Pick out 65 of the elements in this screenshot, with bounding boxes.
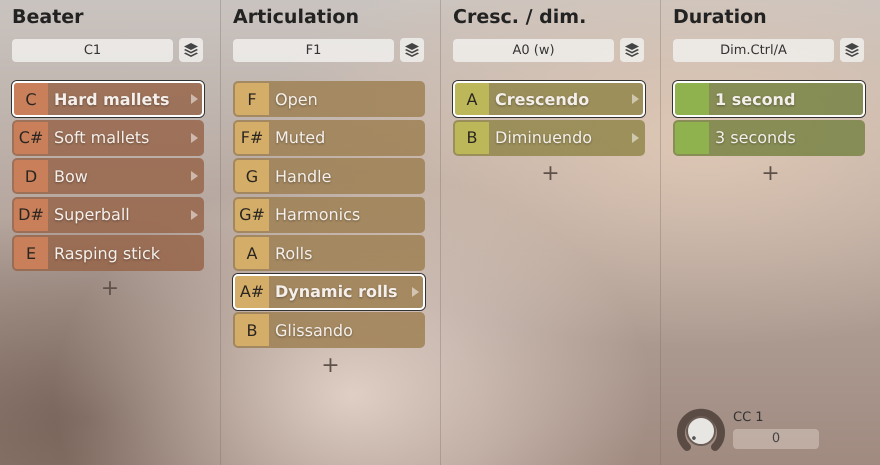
column-title: Beater [12, 6, 84, 30]
item-label: Hard mallets [53, 90, 171, 108]
key-label: D# [18, 205, 44, 224]
articulation-item[interactable]: D Bow [12, 158, 204, 194]
key-label: C# [18, 128, 44, 147]
item-label: Harmonics [274, 205, 362, 224]
add-button[interactable]: + [537, 162, 564, 186]
mapping-field[interactable]: C1 [12, 38, 173, 62]
add-button[interactable]: + [317, 354, 344, 378]
key-label: D [24, 166, 38, 186]
add-button[interactable]: + [757, 162, 784, 186]
item-label: Superball [53, 205, 131, 224]
key-label: A [466, 90, 478, 108]
layers-button[interactable] [400, 38, 424, 62]
column-title: Cresc. / dim. [453, 6, 586, 30]
key-label: E [26, 244, 36, 262]
layers-button[interactable] [620, 38, 644, 62]
layers-icon [404, 42, 420, 58]
key-label: B [466, 128, 478, 147]
item-label: Soft mallets [53, 128, 150, 147]
item-label: 1 second [714, 90, 796, 108]
articulation-item[interactable]: G Handle [233, 158, 425, 194]
articulation-item[interactable]: C# Soft mallets [12, 120, 204, 156]
mapping-field[interactable]: Dim.Ctrl/A [673, 38, 834, 62]
key-label: F# [240, 128, 264, 147]
layers-icon [844, 42, 860, 58]
item-label: Glissando [274, 320, 354, 340]
articulation-item[interactable]: A Rolls [233, 235, 425, 271]
key-label: A# [240, 282, 264, 301]
key-label: A [246, 244, 258, 262]
layers-icon [183, 42, 199, 58]
column-title: Articulation [233, 6, 359, 30]
articulation-item[interactable]: B Glissando [233, 312, 425, 348]
articulation-item[interactable]: D# Superball [12, 196, 204, 232]
key-label: F [247, 90, 257, 108]
key-label: B [246, 320, 258, 340]
key-label: C [25, 90, 37, 108]
articulation-item[interactable]: A Crescendo [453, 81, 645, 117]
articulation-item[interactable]: G# Harmonics [233, 196, 425, 232]
item-label: Diminuendo [494, 128, 594, 147]
mapping-field[interactable]: A0 (w) [453, 38, 614, 62]
controller-label: CC 1 [733, 410, 764, 424]
item-label: Handle [274, 166, 332, 186]
value-field[interactable]: 0 [733, 428, 819, 448]
articulation-item[interactable]: C Hard mallets [12, 81, 204, 117]
item-label: Bow [53, 166, 89, 186]
item-label: Open [274, 90, 319, 108]
item-label: Rasping stick [53, 244, 162, 262]
key-label: G [246, 166, 258, 186]
layers-button[interactable] [840, 38, 864, 62]
articulation-item[interactable]: A# Dynamic rolls [233, 274, 425, 310]
item-label: Rolls [274, 244, 314, 262]
item-label: Crescendo [494, 90, 590, 108]
articulation-item[interactable]: E Rasping stick [12, 235, 204, 271]
key-label: G# [239, 205, 265, 224]
layers-icon [624, 42, 640, 58]
articulation-item[interactable]: F# Muted [233, 120, 425, 156]
item-label: Muted [274, 128, 326, 147]
articulation-item[interactable]: F Open [233, 81, 425, 117]
layers-button[interactable] [179, 38, 203, 62]
column-title: Duration [673, 6, 767, 30]
articulation-item[interactable]: B Diminuendo [453, 120, 645, 156]
item-label: Dynamic rolls [274, 282, 398, 301]
item-label: 3 seconds [714, 128, 797, 147]
mapping-field[interactable]: F1 [233, 38, 394, 62]
